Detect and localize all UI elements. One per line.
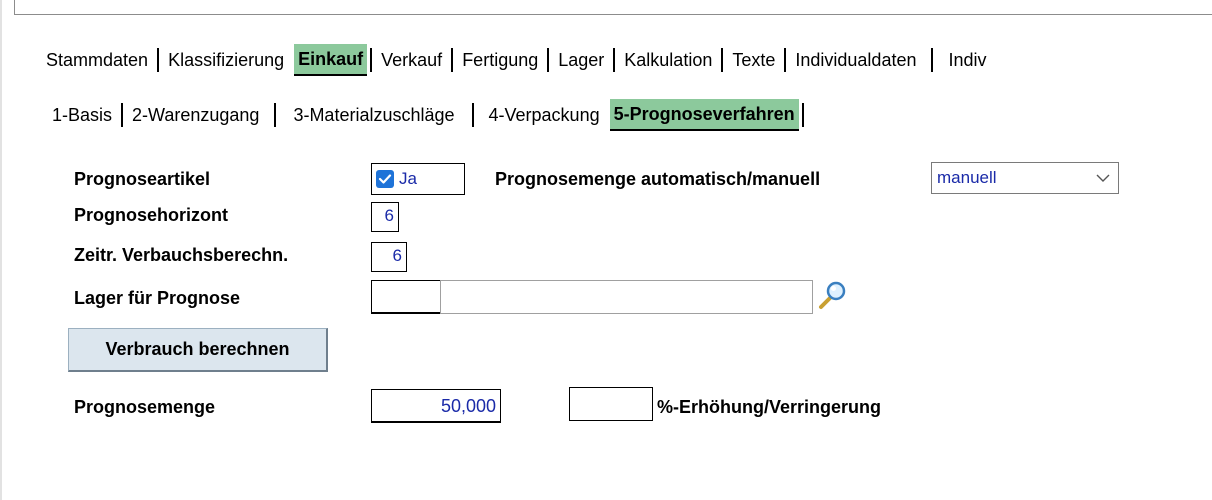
prognosemenge-label: Prognosemenge [74, 397, 216, 417]
tab-einkauf[interactable]: Einkauf [294, 44, 368, 76]
main-tab-bar: Stammdaten Klassifizierung Einkauf Verka… [46, 44, 995, 76]
subtab-label: 3-Materialzuschläge [293, 105, 455, 125]
tab-separator [801, 103, 804, 127]
subtab-label: 4-Verpackung [488, 105, 600, 125]
subtab-label: 2-Warenzugang [132, 105, 260, 125]
tab-klassifizierung[interactable]: Klassifizierung [160, 45, 292, 75]
subtab-verpackung[interactable]: 4-Verpackung [475, 100, 608, 130]
tab-label: Indiv [948, 50, 987, 70]
tab-label: Texte [732, 50, 776, 70]
prognoseartikel-label: Prognoseartikel [74, 169, 211, 189]
subtab-basis[interactable]: 1-Basis [52, 100, 120, 130]
tab-fertigung[interactable]: Fertigung [454, 45, 546, 75]
tab-separator [121, 103, 124, 127]
magnifier-icon[interactable] [815, 277, 851, 313]
prognosemenge-mode-label: Prognosemenge automatisch/manuell [495, 169, 821, 189]
tab-label: Stammdaten [46, 50, 149, 70]
subtab-materialzuschlaege[interactable]: 3-Materialzuschläge [277, 100, 470, 130]
tab-label: Kalkulation [624, 50, 713, 70]
prognoseartikel-checkbox[interactable]: Ja [371, 163, 465, 195]
verbrauch-berechnen-button[interactable]: Verbrauch berechnen [68, 328, 328, 372]
tab-stammdaten[interactable]: Stammdaten [46, 45, 156, 75]
subtab-label: 1-Basis [52, 105, 113, 125]
erhoehung-label: %-Erhöhung/Verringerung [657, 397, 882, 417]
sub-tab-bar: 1-Basis 2-Warenzugang 3-Materialzuschläg… [52, 99, 805, 131]
tab-separator [613, 48, 616, 72]
lager-name-field[interactable] [440, 280, 813, 314]
subtab-warenzugang[interactable]: 2-Warenzugang [124, 100, 273, 130]
tab-verkauf[interactable]: Verkauf [373, 45, 450, 75]
tab-label: Fertigung [462, 50, 539, 70]
prognosemenge-mode-value: manuell [937, 168, 997, 187]
lager-fuer-prognose-label: Lager für Prognose [74, 288, 241, 308]
tab-indiv[interactable]: Indiv [934, 45, 994, 75]
tab-label: Lager [558, 50, 605, 70]
prognosehorizont-label: Prognosehorizont [74, 205, 228, 225]
tab-label: Einkauf [298, 49, 364, 69]
checkmark-icon [376, 170, 394, 188]
prognoseartikel-value: Ja [399, 169, 417, 188]
tab-separator [721, 48, 724, 72]
tab-separator [157, 48, 160, 72]
tab-separator [784, 48, 787, 72]
tab-individualdaten[interactable]: Individualdaten [787, 45, 930, 75]
tab-lager[interactable]: Lager [550, 45, 612, 75]
tab-separator [274, 103, 277, 127]
chevron-down-icon [1096, 168, 1110, 188]
prognosehorizont-field[interactable]: 6 [371, 202, 399, 232]
prognosemenge-mode-select[interactable]: manuell [931, 162, 1119, 194]
tab-separator [471, 103, 474, 127]
tab-label: Individualdaten [795, 50, 917, 70]
lager-code-field[interactable] [371, 280, 441, 314]
zeitr-verbauchsberechn-field[interactable]: 6 [371, 242, 407, 272]
tab-separator [451, 48, 454, 72]
zeitr-verbauchsberechn-label: Zeitr. Verbauchsberechn. [74, 245, 289, 265]
prognosemenge-field[interactable]: 50,000 [371, 389, 501, 423]
erhoehung-field[interactable] [569, 387, 653, 421]
tab-kalkulation[interactable]: Kalkulation [616, 45, 720, 75]
header-panel [14, 0, 1212, 15]
subtab-prognoseverfahren[interactable]: 5-Prognoseverfahren [609, 99, 799, 131]
tab-separator [931, 48, 934, 72]
tab-separator [547, 48, 550, 72]
window-left-edge [0, 0, 2, 500]
tab-separator [370, 48, 373, 72]
tab-label: Verkauf [381, 50, 443, 70]
tab-label: Klassifizierung [168, 50, 285, 70]
subtab-label: 5-Prognoseverfahren [613, 104, 795, 124]
tab-texte[interactable]: Texte [724, 45, 783, 75]
